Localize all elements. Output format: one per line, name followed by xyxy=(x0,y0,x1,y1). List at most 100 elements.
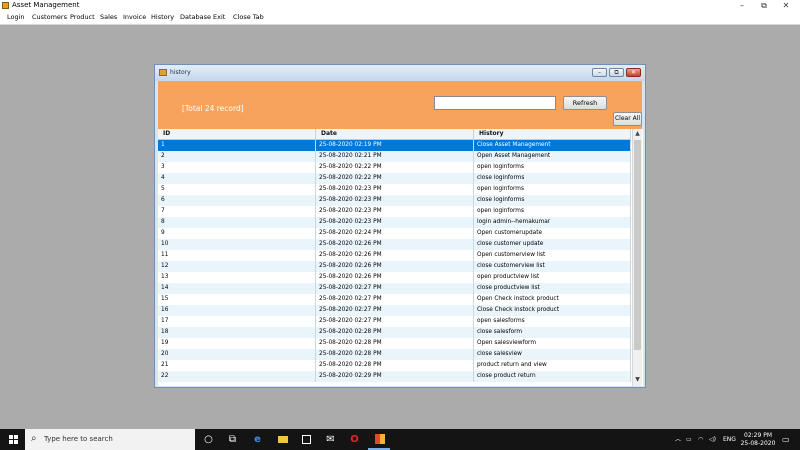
table-row[interactable]: 9 25-08-2020 02:24 PM Open customerupdate xyxy=(158,228,631,239)
cell-date[interactable]: 25-08-2020 02:27 PM xyxy=(316,283,474,294)
cell-date[interactable]: 25-08-2020 02:23 PM xyxy=(316,184,474,195)
table-row[interactable]: 1 25-08-2020 02:19 PM Close Asset Manageme… xyxy=(158,140,631,151)
cell-id[interactable]: 10 xyxy=(158,239,316,250)
cell-date[interactable]: 25-08-2020 02:28 PM xyxy=(316,349,474,360)
menu-exit[interactable]: Exit xyxy=(213,11,225,24)
table-row[interactable]: 7 25-08-2020 02:23 PM open loginforms xyxy=(158,206,631,217)
column-header-date[interactable]: Date xyxy=(316,129,474,139)
scroll-down-arrow-icon[interactable]: ▼ xyxy=(633,375,642,385)
cell-id[interactable]: 20 xyxy=(158,349,316,360)
task-view-icon[interactable]: ⧉ xyxy=(226,433,239,446)
cell-history[interactable]: close loginforms xyxy=(474,195,631,206)
cell-id[interactable]: 9 xyxy=(158,228,316,239)
minimize-button[interactable]: – xyxy=(730,0,754,11)
cell-id[interactable]: 17 xyxy=(158,316,316,327)
file-explorer-icon[interactable] xyxy=(276,433,289,446)
start-button[interactable] xyxy=(0,429,26,450)
cell-history[interactable]: Open Asset Management xyxy=(474,151,631,162)
cell-date[interactable]: 25-08-2020 02:28 PM xyxy=(316,360,474,371)
menu-close-tab[interactable]: Close Tab xyxy=(233,11,264,24)
table-row[interactable]: 21 25-08-2020 02:28 PM product return and … xyxy=(158,360,631,371)
cell-date[interactable]: 25-08-2020 02:23 PM xyxy=(316,206,474,217)
cell-history[interactable]: Close Check instock product xyxy=(474,305,631,316)
cell-date[interactable]: 25-08-2020 02:28 PM xyxy=(316,338,474,349)
search-input[interactable] xyxy=(434,96,556,110)
history-minimize-button[interactable]: – xyxy=(592,68,607,77)
cell-history[interactable]: open salesforms xyxy=(474,316,631,327)
language-indicator[interactable]: ENG xyxy=(723,429,736,450)
table-row[interactable]: 3 25-08-2020 02:22 PM open loginforms xyxy=(158,162,631,173)
table-row[interactable]: 19 25-08-2020 02:28 PM Open salesviewform xyxy=(158,338,631,349)
taskbar-search-box[interactable]: ⌕ Type here to search xyxy=(25,429,195,450)
menu-login[interactable]: Login xyxy=(7,11,25,24)
cell-history[interactable]: Open customerupdate xyxy=(474,228,631,239)
taskbar-clock[interactable]: 02:29 PM 25-08-2020 xyxy=(738,432,778,448)
table-row[interactable]: 5 25-08-2020 02:23 PM open loginforms xyxy=(158,184,631,195)
cell-history[interactable]: Open Check instock product xyxy=(474,294,631,305)
cell-id[interactable]: 5 xyxy=(158,184,316,195)
cell-history[interactable]: product return and view xyxy=(474,360,631,371)
cell-history[interactable]: close salesview xyxy=(474,349,631,360)
cell-history[interactable]: Open customerview list xyxy=(474,250,631,261)
cell-history[interactable]: login admin--hemakumar xyxy=(474,217,631,228)
cell-date[interactable]: 25-08-2020 02:23 PM xyxy=(316,195,474,206)
cell-date[interactable]: 25-08-2020 02:26 PM xyxy=(316,272,474,283)
table-row[interactable]: 2 25-08-2020 02:21 PM Open Asset Managemen… xyxy=(158,151,631,162)
cell-history[interactable]: close productview list xyxy=(474,283,631,294)
menu-invoice[interactable]: Invoice xyxy=(123,11,146,24)
cell-id[interactable]: 6 xyxy=(158,195,316,206)
column-header-id[interactable]: ID xyxy=(158,129,316,139)
table-row[interactable]: 8 25-08-2020 02:23 PM login admin--hemakum… xyxy=(158,217,631,228)
maximize-button[interactable]: ⧉ xyxy=(752,0,776,11)
cell-date[interactable]: 25-08-2020 02:26 PM xyxy=(316,239,474,250)
cell-id[interactable]: 19 xyxy=(158,338,316,349)
close-button[interactable]: ✕ xyxy=(774,0,798,11)
cell-date[interactable]: 25-08-2020 02:24 PM xyxy=(316,228,474,239)
table-row[interactable]: 6 25-08-2020 02:23 PM close loginforms xyxy=(158,195,631,206)
notifications-icon[interactable]: ▭ xyxy=(782,429,790,450)
table-row[interactable]: 11 25-08-2020 02:26 PM Open customerview l… xyxy=(158,250,631,261)
cell-date[interactable]: 25-08-2020 02:27 PM xyxy=(316,294,474,305)
cell-id[interactable]: 22 xyxy=(158,371,316,382)
cell-id[interactable]: 2 xyxy=(158,151,316,162)
cell-date[interactable]: 25-08-2020 02:26 PM xyxy=(316,250,474,261)
wifi-icon[interactable]: ◠ xyxy=(698,429,703,450)
cell-history[interactable]: Close Asset Management xyxy=(474,140,631,151)
cell-id[interactable]: 3 xyxy=(158,162,316,173)
scroll-up-arrow-icon[interactable]: ▲ xyxy=(633,129,642,139)
cell-id[interactable]: 11 xyxy=(158,250,316,261)
cell-history[interactable]: open loginforms xyxy=(474,162,631,173)
tray-chevron-icon[interactable]: ︿ xyxy=(675,429,681,450)
cell-id[interactable]: 21 xyxy=(158,360,316,371)
table-row[interactable]: 22 25-08-2020 02:29 PM close product retur… xyxy=(158,371,631,382)
asset-management-app-icon[interactable] xyxy=(373,433,386,446)
cell-id[interactable]: 15 xyxy=(158,294,316,305)
cell-history[interactable]: close customerview list xyxy=(474,261,631,272)
network-icon[interactable]: ▭ xyxy=(686,429,692,450)
cell-date[interactable]: 25-08-2020 02:28 PM xyxy=(316,327,474,338)
history-close-button[interactable]: ✕ xyxy=(626,68,641,77)
volume-icon[interactable]: ◁) xyxy=(709,429,716,450)
cell-id[interactable]: 8 xyxy=(158,217,316,228)
menu-database[interactable]: Database xyxy=(180,11,211,24)
table-row[interactable]: 15 25-08-2020 02:27 PM Open Check instock … xyxy=(158,294,631,305)
cell-id[interactable]: 4 xyxy=(158,173,316,184)
menu-history[interactable]: History xyxy=(151,11,174,24)
cell-id[interactable]: 13 xyxy=(158,272,316,283)
column-header-history[interactable]: History xyxy=(474,129,631,139)
cell-history[interactable]: open loginforms xyxy=(474,206,631,217)
cell-history[interactable]: close salesform xyxy=(474,327,631,338)
cell-history[interactable]: Open salesviewform xyxy=(474,338,631,349)
table-row[interactable]: 16 25-08-2020 02:27 PM Close Check instock… xyxy=(158,305,631,316)
cell-id[interactable]: 1 xyxy=(158,140,316,151)
menu-sales[interactable]: Sales xyxy=(100,11,117,24)
cell-date[interactable]: 25-08-2020 02:21 PM xyxy=(316,151,474,162)
table-row[interactable]: 10 25-08-2020 02:26 PM close customer upda… xyxy=(158,239,631,250)
cell-date[interactable]: 25-08-2020 02:19 PM xyxy=(316,140,474,151)
cell-history[interactable]: open loginforms xyxy=(474,184,631,195)
cell-id[interactable]: 12 xyxy=(158,261,316,272)
opera-icon[interactable]: O xyxy=(348,433,361,446)
scroll-thumb[interactable] xyxy=(634,140,641,350)
cell-date[interactable]: 25-08-2020 02:26 PM xyxy=(316,261,474,272)
history-title-bar[interactable]: history – ⧉ ✕ xyxy=(155,65,645,81)
